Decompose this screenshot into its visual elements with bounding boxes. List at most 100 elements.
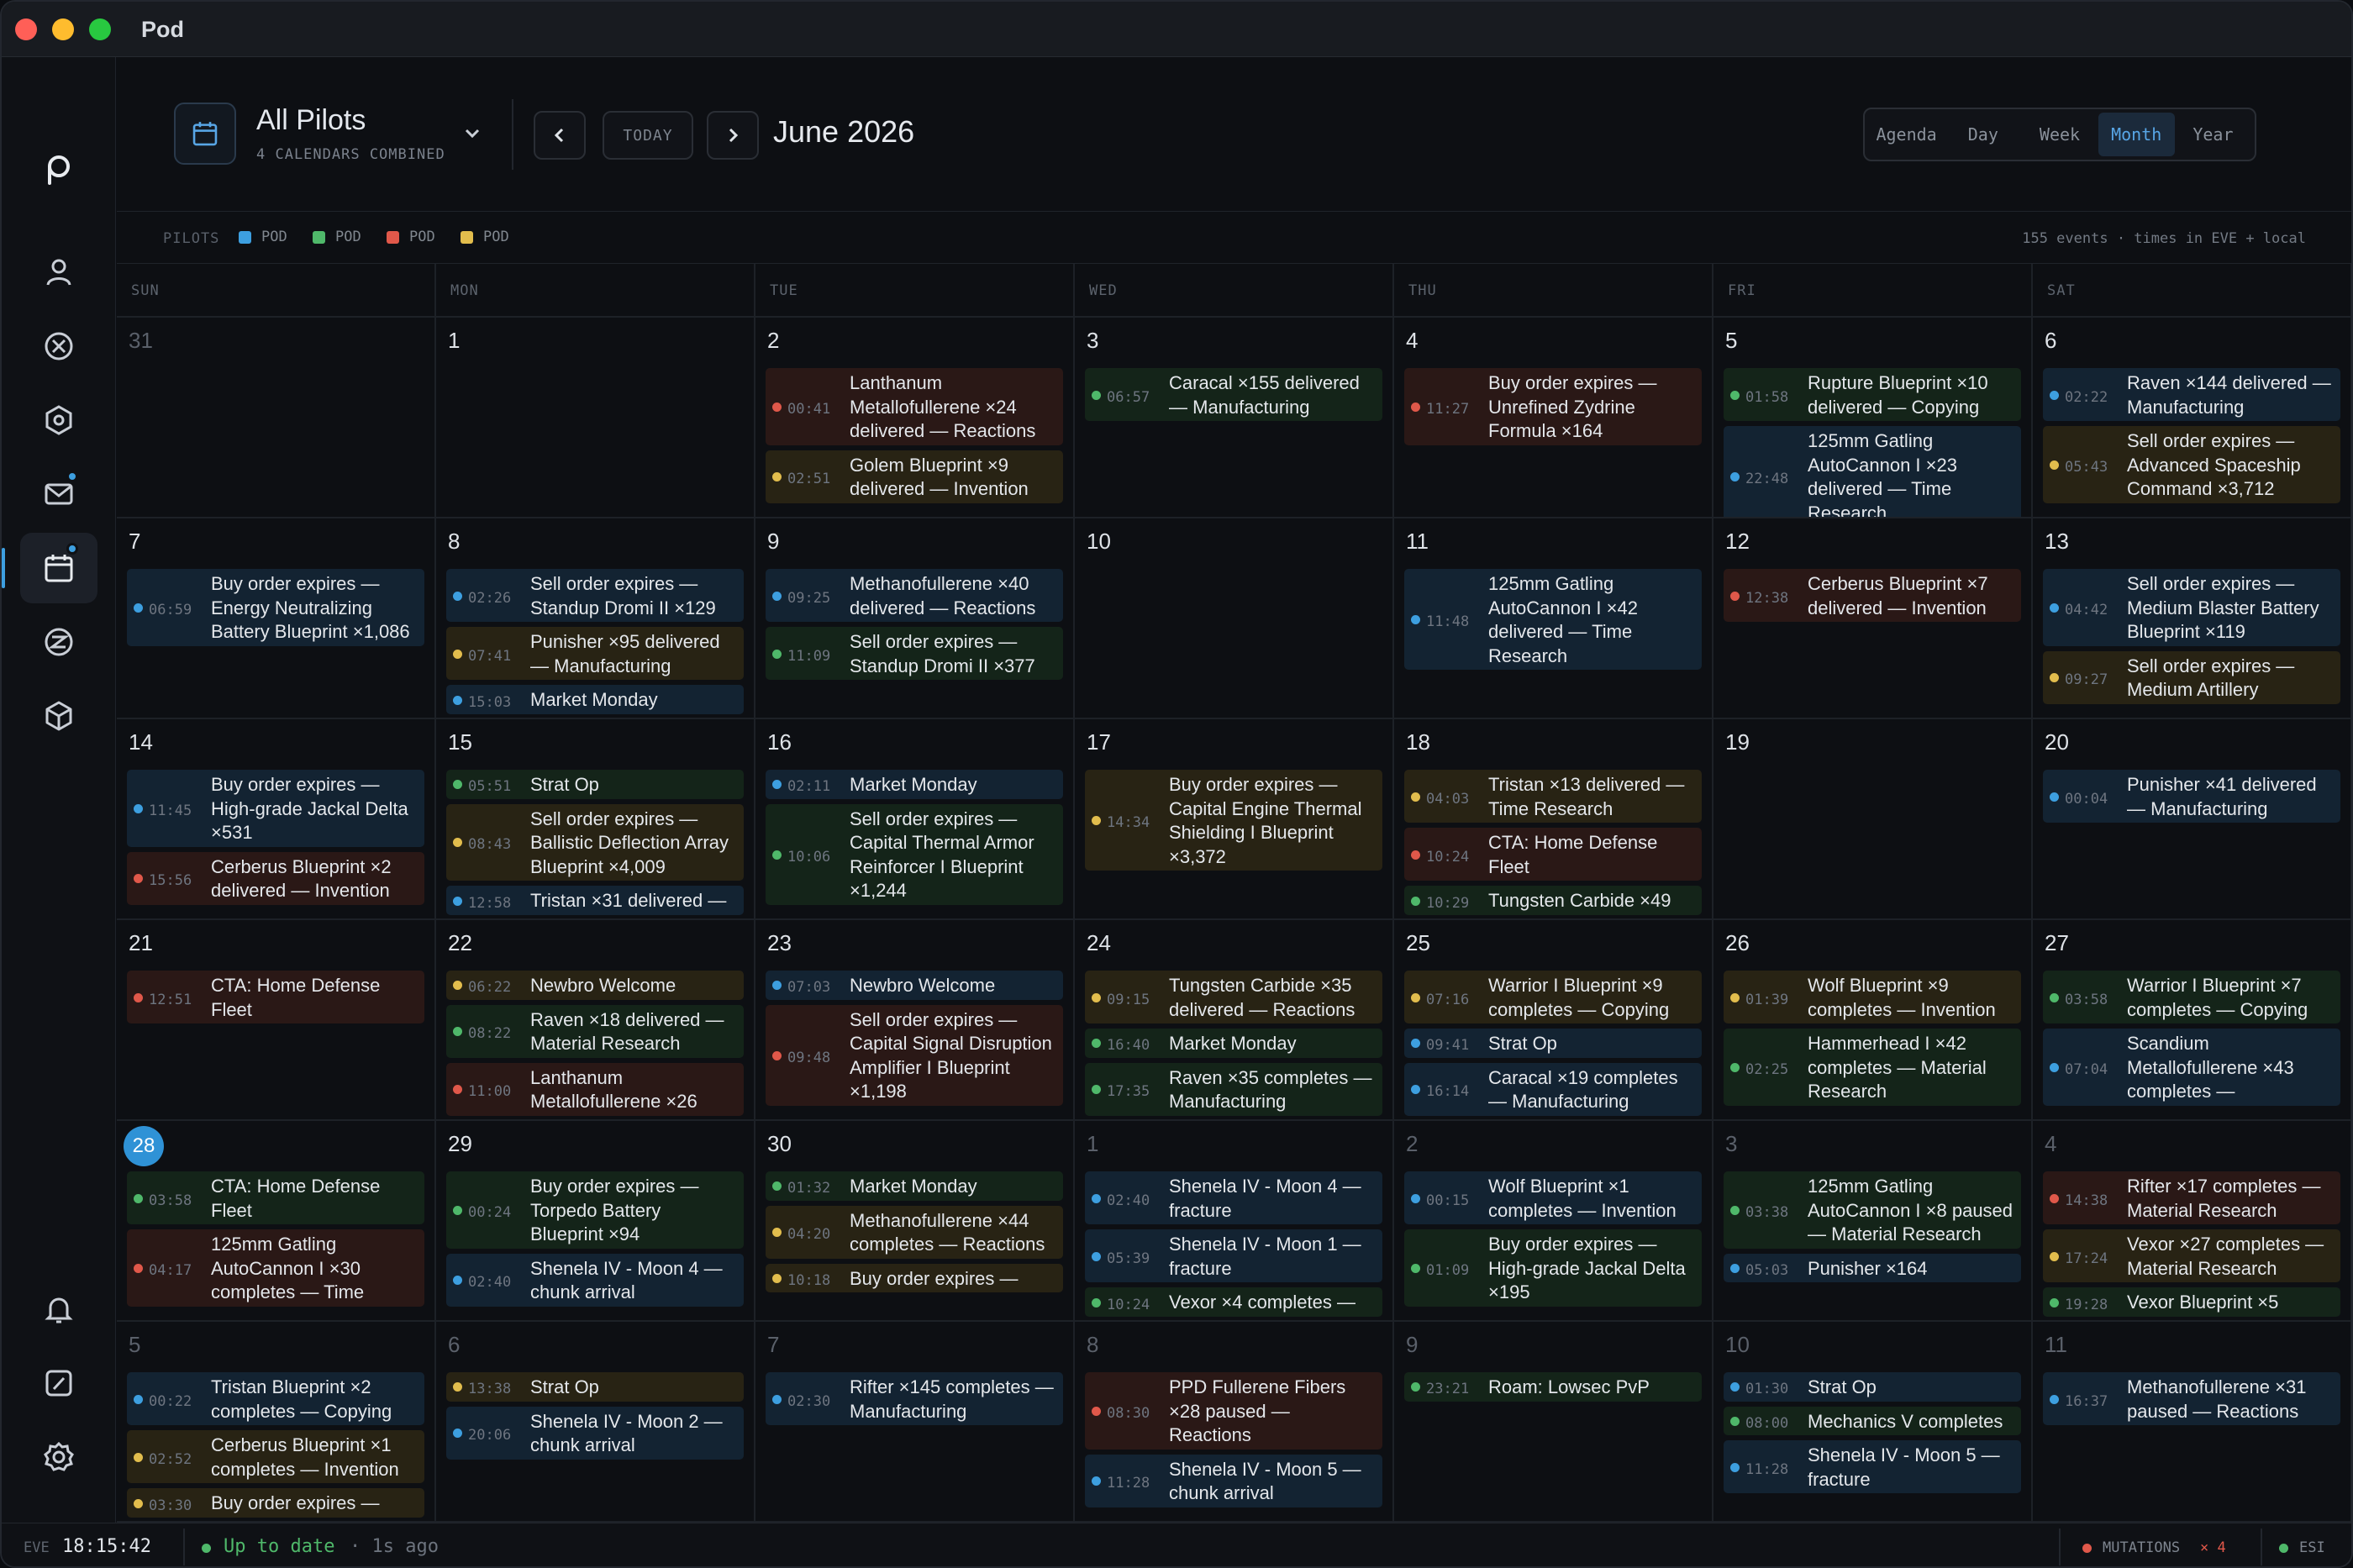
calendar-event[interactable]: 03:58 CTA: Home Defense Fleet — [127, 1171, 424, 1225]
day-cell[interactable]: 24 09:15 Tungsten Carbide ×35 delivered — … — [1075, 920, 1394, 1121]
calendar-event[interactable]: 00:15 Wolf Blueprint ×1 completes — Inven… — [1404, 1171, 1702, 1225]
calendar-event[interactable]: 11:45 Buy order expires — High-grade Jack… — [127, 770, 424, 847]
mutations-label[interactable]: MUTATIONS — [2103, 1539, 2180, 1556]
day-cell[interactable]: 18 04:03 Tristan ×13 delivered — Time Rese… — [1394, 719, 1713, 920]
pilot-selector-title[interactable]: All Pilots — [256, 104, 366, 137]
calendar-event[interactable]: 00:24 Buy order expires — Torpedo Battery… — [446, 1171, 744, 1249]
day-cell[interactable]: 9 09:25 Methanofullerene ×40 delivered — R… — [755, 518, 1075, 719]
calendar-event[interactable]: 01:58 Rupture Blueprint ×10 delivered — C… — [1724, 368, 2021, 422]
calendar-event[interactable]: 13:38 Strat Op — [446, 1372, 744, 1402]
calendar-event[interactable]: 07:03 Newbro Welcome — [766, 971, 1063, 1000]
calendar-event[interactable]: 02:40 Shenela IV - Moon 4 — chunk arrival — [446, 1253, 744, 1307]
view-day-tab[interactable]: Day — [1945, 113, 2021, 156]
calendar-event[interactable]: 07:16 Warrior I Blueprint ×9 completes — … — [1404, 971, 1702, 1024]
calendar-event[interactable]: 01:32 Market Monday — [766, 1171, 1063, 1201]
day-cell[interactable]: 5 01:58 Rupture Blueprint ×10 delivered — … — [1713, 318, 2033, 518]
calendar-event[interactable]: 03:38 125mm Gatling AutoCannon I ×8 pause… — [1724, 1171, 2021, 1249]
calendar-event[interactable]: 09:48 Sell order expires — Capital Signal… — [766, 1004, 1063, 1106]
day-cell[interactable]: 12 12:38 Cerberus Blueprint ×7 delivered —… — [1713, 518, 2033, 719]
legend-item[interactable]: POD — [387, 229, 435, 245]
calendar-event[interactable]: 10:06 Sell order expires — Capital Therma… — [766, 803, 1063, 905]
day-cell[interactable]: 8 08:30 PPD Fullerene Fibers ×28 paused — … — [1075, 1322, 1394, 1523]
day-cell[interactable]: 4 11:27 Buy order expires — Unrefined Zydr… — [1394, 318, 1713, 518]
calendar-event[interactable]: 23:21 Roam: Lowsec PvP — [1404, 1372, 1702, 1402]
calendar-event[interactable]: 10:29 Tungsten Carbide ×49 — [1404, 886, 1702, 915]
gauge-icon[interactable] — [20, 1348, 97, 1418]
day-cell[interactable]: 3 03:38 125mm Gatling AutoCannon I ×8 paus… — [1713, 1121, 2033, 1322]
mail-icon[interactable] — [20, 459, 97, 529]
prev-month-button[interactable] — [534, 111, 586, 160]
bell-icon[interactable] — [20, 1274, 97, 1344]
calendar-event[interactable]: 02:51 Golem Blueprint ×9 delivered — Inve… — [766, 450, 1063, 503]
calendar-event[interactable]: 01:39 Wolf Blueprint ×9 completes — Inven… — [1724, 971, 2021, 1024]
calendar-event[interactable]: 06:22 Newbro Welcome — [446, 971, 744, 1000]
calendar-event[interactable]: 05:39 Shenela IV - Moon 1 — fracture — [1085, 1229, 1382, 1283]
day-cell[interactable]: 14 11:45 Buy order expires — High-grade Ja… — [117, 719, 436, 920]
day-cell[interactable]: 10 — [1075, 518, 1394, 719]
day-cell[interactable]: 20 00:04 Punisher ×41 delivered — Manufact… — [2033, 719, 2351, 920]
calendar-event[interactable]: 07:41 Punisher ×95 delivered — Manufactur… — [446, 627, 744, 681]
calendar-event[interactable]: 04:20 Methanofullerene ×44 completes — Re… — [766, 1205, 1063, 1259]
calendar-event[interactable]: 02:40 Shenela IV - Moon 4 — fracture — [1085, 1171, 1382, 1225]
calendar-event[interactable]: 03:58 Warrior I Blueprint ×7 completes — … — [2043, 971, 2340, 1024]
calendar-event[interactable]: 11:09 Sell order expires — Standup Dromi … — [766, 627, 1063, 681]
calendar-event[interactable]: 05:03 Punisher ×164 — [1724, 1253, 2021, 1283]
calendar-event[interactable]: 04:03 Tristan ×13 delivered — Time Resear… — [1404, 770, 1702, 823]
calendar-event[interactable]: 03:30 Buy order expires — — [127, 1488, 424, 1518]
calendar-event[interactable]: 04:42 Sell order expires — Medium Blaster… — [2043, 569, 2340, 646]
calendar-event[interactable]: 11:48 125mm Gatling AutoCannon I ×42 deli… — [1404, 569, 1702, 671]
calendar-event[interactable]: 19:28 Vexor Blueprint ×5 — [2043, 1287, 2340, 1317]
calendar-event[interactable]: 11:27 Buy order expires — Unrefined Zydri… — [1404, 368, 1702, 445]
calendar-event[interactable]: 16:14 Caracal ×19 completes — Manufacturi… — [1404, 1062, 1702, 1116]
view-year-tab[interactable]: Year — [2175, 113, 2251, 156]
day-cell[interactable]: 11 11:48 125mm Gatling AutoCannon I ×42 de… — [1394, 518, 1713, 719]
calendar-event[interactable]: 02:26 Sell order expires — Standup Dromi … — [446, 569, 744, 623]
calendar-event[interactable]: 11:28 Shenela IV - Moon 5 — fracture — [1724, 1440, 2021, 1494]
calendar-event[interactable]: 12:38 Cerberus Blueprint ×7 delivered — I… — [1724, 569, 2021, 623]
calendar-event[interactable]: 00:22 Tristan Blueprint ×2 completes — Co… — [127, 1372, 424, 1426]
day-cell[interactable]: 28 03:58 CTA: Home Defense Fleet 04:17 125mm… — [117, 1121, 436, 1322]
calendar-event[interactable]: 01:30 Strat Op — [1724, 1372, 2021, 1402]
day-cell[interactable]: 9 23:21 Roam: Lowsec PvP — [1394, 1322, 1713, 1523]
day-cell[interactable]: 22 06:22 Newbro Welcome 08:22 Raven ×18 deli… — [436, 920, 755, 1121]
day-cell[interactable]: 2 00:41 Lanthanum Metallofullerene ×24 del… — [755, 318, 1075, 518]
day-cell[interactable]: 19 — [1713, 719, 2033, 920]
day-cell[interactable]: 5 00:22 Tristan Blueprint ×2 completes — C… — [117, 1322, 436, 1523]
day-cell[interactable]: 27 03:58 Warrior I Blueprint ×7 completes … — [2033, 920, 2351, 1121]
calendar-event[interactable]: 08:22 Raven ×18 delivered — Material Rese… — [446, 1004, 744, 1058]
gear-icon[interactable] — [20, 1422, 97, 1492]
calendar-event[interactable]: 14:38 Rifter ×17 completes — Material Res… — [2043, 1171, 2340, 1225]
today-button[interactable]: TODAY — [603, 111, 693, 160]
calendar-event[interactable]: 02:30 Rifter ×145 completes — Manufacturi… — [766, 1372, 1063, 1426]
calendar-event[interactable]: 08:00 Mechanics V completes — [1724, 1406, 2021, 1436]
legend-item[interactable]: POD — [461, 229, 509, 245]
day-cell[interactable]: 30 01:32 Market Monday 04:20 Methanofulleren… — [755, 1121, 1075, 1322]
calendar-event[interactable]: 16:37 Methanofullerene ×31 paused — React… — [2043, 1372, 2340, 1426]
calendar-event[interactable]: 01:09 Buy order expires — High-grade Jack… — [1404, 1229, 1702, 1307]
calendar-event[interactable]: 10:24 Vexor ×4 completes — — [1085, 1287, 1382, 1317]
calendar-event[interactable]: 15:56 Cerberus Blueprint ×2 delivered — I… — [127, 851, 424, 905]
day-cell[interactable]: 4 14:38 Rifter ×17 completes — Material Re… — [2033, 1121, 2351, 1322]
day-cell[interactable]: 6 13:38 Strat Op 20:06 Shenela IV - Moon 2 —… — [436, 1322, 755, 1523]
logo-icon[interactable] — [20, 133, 97, 203]
cube-icon[interactable] — [20, 681, 97, 751]
calendar-event[interactable]: 06:57 Caracal ×155 delivered — Manufactur… — [1085, 368, 1382, 422]
day-cell[interactable]: 16 02:11 Market Monday 10:06 Sell order expi… — [755, 719, 1075, 920]
calendar-event[interactable]: 11:00 Lanthanum Metallofullerene ×26 — [446, 1062, 744, 1116]
close-window-button[interactable] — [15, 18, 37, 40]
day-cell[interactable]: 23 07:03 Newbro Welcome 09:48 Sell order exp… — [755, 920, 1075, 1121]
settings-hex-icon[interactable] — [20, 385, 97, 455]
calendar-event[interactable]: 08:43 Sell order expires — Ballistic Defl… — [446, 803, 744, 881]
calendar-event[interactable]: 05:43 Sell order expires — Advanced Space… — [2043, 426, 2340, 503]
day-cell[interactable]: 31 — [117, 318, 436, 518]
calendar-event[interactable]: 05:51 Strat Op — [446, 770, 744, 799]
minimize-window-button[interactable] — [52, 18, 74, 40]
user-icon[interactable] — [20, 237, 97, 308]
calendar-event[interactable]: 16:40 Market Monday — [1085, 1029, 1382, 1058]
calendar-event[interactable]: 09:27 Sell order expires — Medium Artille… — [2043, 650, 2340, 704]
close-circle-icon[interactable] — [20, 311, 97, 381]
calendar-event[interactable]: 11:28 Shenela IV - Moon 5 — chunk arrival — [1085, 1454, 1382, 1507]
pilot-selector-icon[interactable] — [174, 103, 236, 165]
legend-item[interactable]: POD — [313, 229, 361, 245]
calendar-event[interactable]: 17:35 Raven ×35 completes — Manufacturing — [1085, 1062, 1382, 1116]
